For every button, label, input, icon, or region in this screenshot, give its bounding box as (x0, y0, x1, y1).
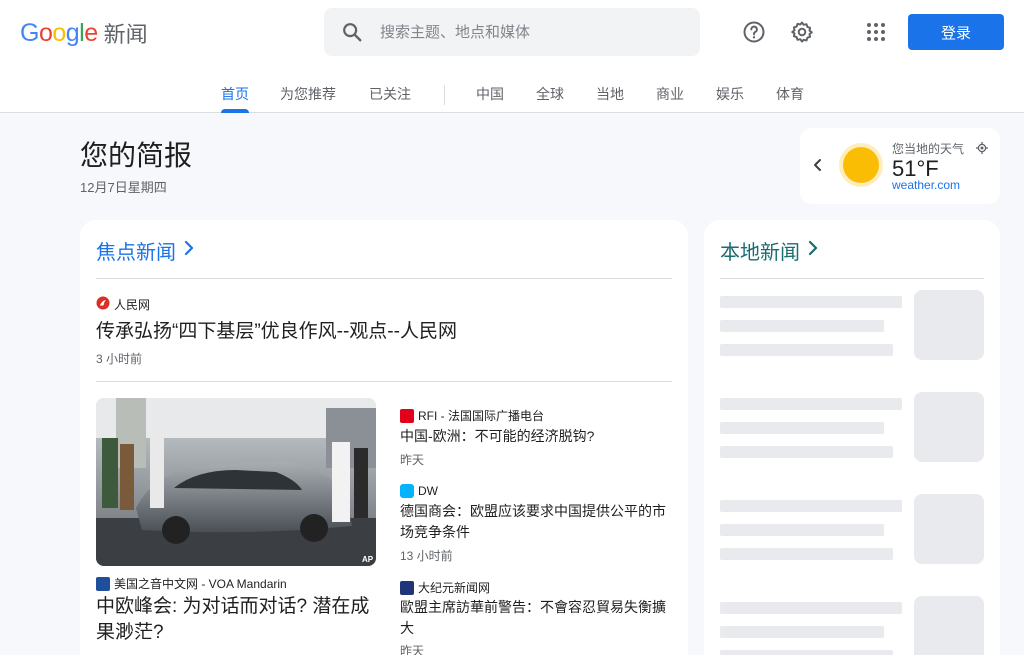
tab-local[interactable]: 当地 (596, 84, 624, 113)
skeleton-thumbnail (914, 494, 984, 564)
local-news-heading[interactable]: 本地新闻 (720, 236, 820, 265)
side-headline[interactable]: 中国-欧洲：不可能的经济脱钩? (400, 426, 672, 447)
article-photo[interactable]: AP (96, 398, 376, 566)
epoch-times-logo-icon (400, 580, 414, 595)
weather-source-link[interactable]: weather.com (892, 178, 960, 192)
timestamp: 3 小时前 (96, 352, 143, 366)
active-tab-indicator (221, 109, 249, 113)
timestamp: 昨天 (400, 453, 425, 467)
skeleton-line (720, 398, 902, 410)
briefing-date: 12月7日星期四 (80, 180, 167, 195)
tab-for-you[interactable]: 为您推荐 (280, 84, 336, 113)
google-news-logo[interactable]: Google 新闻 (20, 18, 148, 48)
tab-business[interactable]: 商业 (656, 84, 684, 113)
skeleton-thumbnail (914, 392, 984, 462)
source-label: DW (400, 484, 438, 498)
chevron-right-icon (806, 239, 820, 262)
skeleton-line (720, 446, 893, 458)
tab-divider (444, 85, 445, 105)
side-headline[interactable]: 歐盟主席訪華前警告：不會容忍貿易失衡擴大 (400, 597, 672, 639)
top-app-bar: Google 新闻 登录 首页 为您推荐 已关注 中国 全球 当地 商业 娱乐 … (0, 0, 1024, 113)
skeleton-line (720, 344, 893, 356)
source-label: 大纪元新闻网 (400, 579, 490, 596)
source-label: 美国之音中文网 - VOA Mandarin (96, 575, 287, 592)
source-name: 人民网 (114, 298, 151, 312)
search-icon[interactable] (324, 21, 380, 43)
search-box[interactable] (324, 8, 700, 56)
source-name: 美国之音中文网 - VOA Mandarin (114, 577, 287, 591)
timestamp: 昨天 (400, 644, 425, 655)
divider (720, 278, 984, 279)
logo-letter: g (65, 18, 80, 47)
weather-label: 您当地的天气 (892, 142, 965, 156)
skeleton-thumbnail (914, 596, 984, 655)
apps-grid-icon[interactable] (860, 16, 892, 48)
logo-letter: o (38, 18, 53, 47)
tab-label: 首页 (221, 86, 249, 102)
side-headline[interactable]: 德国商会：欧盟应该要求中国提供公平的市场竞争条件 (400, 501, 672, 543)
feature-headline[interactable]: 中欧峰会: 为对话而对话? 潜在成果渺茫? (96, 594, 376, 646)
local-news-card: 本地新闻 (704, 220, 1000, 655)
top-stories-card: 焦点新闻 人民网 传承弘扬“四下基层”优良作风--观点--人民网 3 小时前 A… (80, 220, 688, 655)
top-stories-heading[interactable]: 焦点新闻 (96, 236, 196, 265)
divider (96, 381, 672, 382)
tab-entertainment[interactable]: 娱乐 (716, 84, 744, 113)
lead-headline[interactable]: 传承弘扬“四下基层”优良作风--观点--人民网 (96, 316, 457, 343)
skeleton-line (720, 296, 902, 308)
tab-home[interactable]: 首页 (221, 84, 249, 113)
chevron-right-icon (182, 239, 196, 262)
source-label: 人民网 (96, 296, 150, 313)
skeleton-line (720, 422, 884, 434)
logo-letter: G (20, 18, 39, 47)
rfi-logo-icon (400, 408, 414, 423)
local-news-heading-label: 本地新闻 (720, 242, 800, 264)
location-icon[interactable] (976, 141, 988, 159)
chevron-left-icon[interactable] (811, 158, 825, 177)
source-name: 大纪元新闻网 (418, 581, 491, 595)
tab-china[interactable]: 中国 (476, 84, 504, 113)
source-label: RFI - 法国国际广播电台 (400, 407, 544, 424)
top-stories-heading-label: 焦点新闻 (96, 242, 176, 264)
skeleton-line (720, 626, 884, 638)
skeleton-line (720, 524, 884, 536)
tab-sports[interactable]: 体育 (776, 84, 804, 113)
voa-logo-icon (96, 576, 110, 591)
weather-card[interactable]: 您当地的天气 51°F weather.com (800, 128, 1000, 204)
search-input[interactable] (380, 23, 680, 41)
logo-letter: o (52, 18, 66, 47)
photo-credit: AP (362, 555, 374, 564)
skeleton-line (720, 650, 893, 655)
login-button[interactable]: 登录 (908, 14, 1004, 50)
source-name: DW (418, 484, 438, 498)
logo-letter: e (84, 18, 98, 47)
help-icon[interactable] (738, 16, 770, 48)
skeleton-line (720, 500, 902, 512)
gear-icon[interactable] (786, 16, 818, 48)
skeleton-line (720, 320, 884, 332)
dw-logo-icon (400, 484, 414, 498)
page-title: 您的简报 (80, 140, 193, 171)
tab-world[interactable]: 全球 (536, 84, 564, 113)
sun-icon (838, 142, 884, 193)
skeleton-line (720, 602, 902, 614)
divider (96, 278, 672, 279)
tab-following[interactable]: 已关注 (369, 84, 411, 113)
timestamp: 13 小时前 (400, 549, 453, 563)
people-daily-logo-icon (96, 296, 110, 313)
skeleton-line (720, 548, 893, 560)
source-name: RFI - 法国国际广播电台 (418, 409, 544, 423)
product-name: 新闻 (103, 22, 148, 47)
skeleton-thumbnail (914, 290, 984, 360)
section-tabs: 首页 为您推荐 已关注 中国 全球 当地 商业 娱乐 体育 (0, 76, 1024, 113)
